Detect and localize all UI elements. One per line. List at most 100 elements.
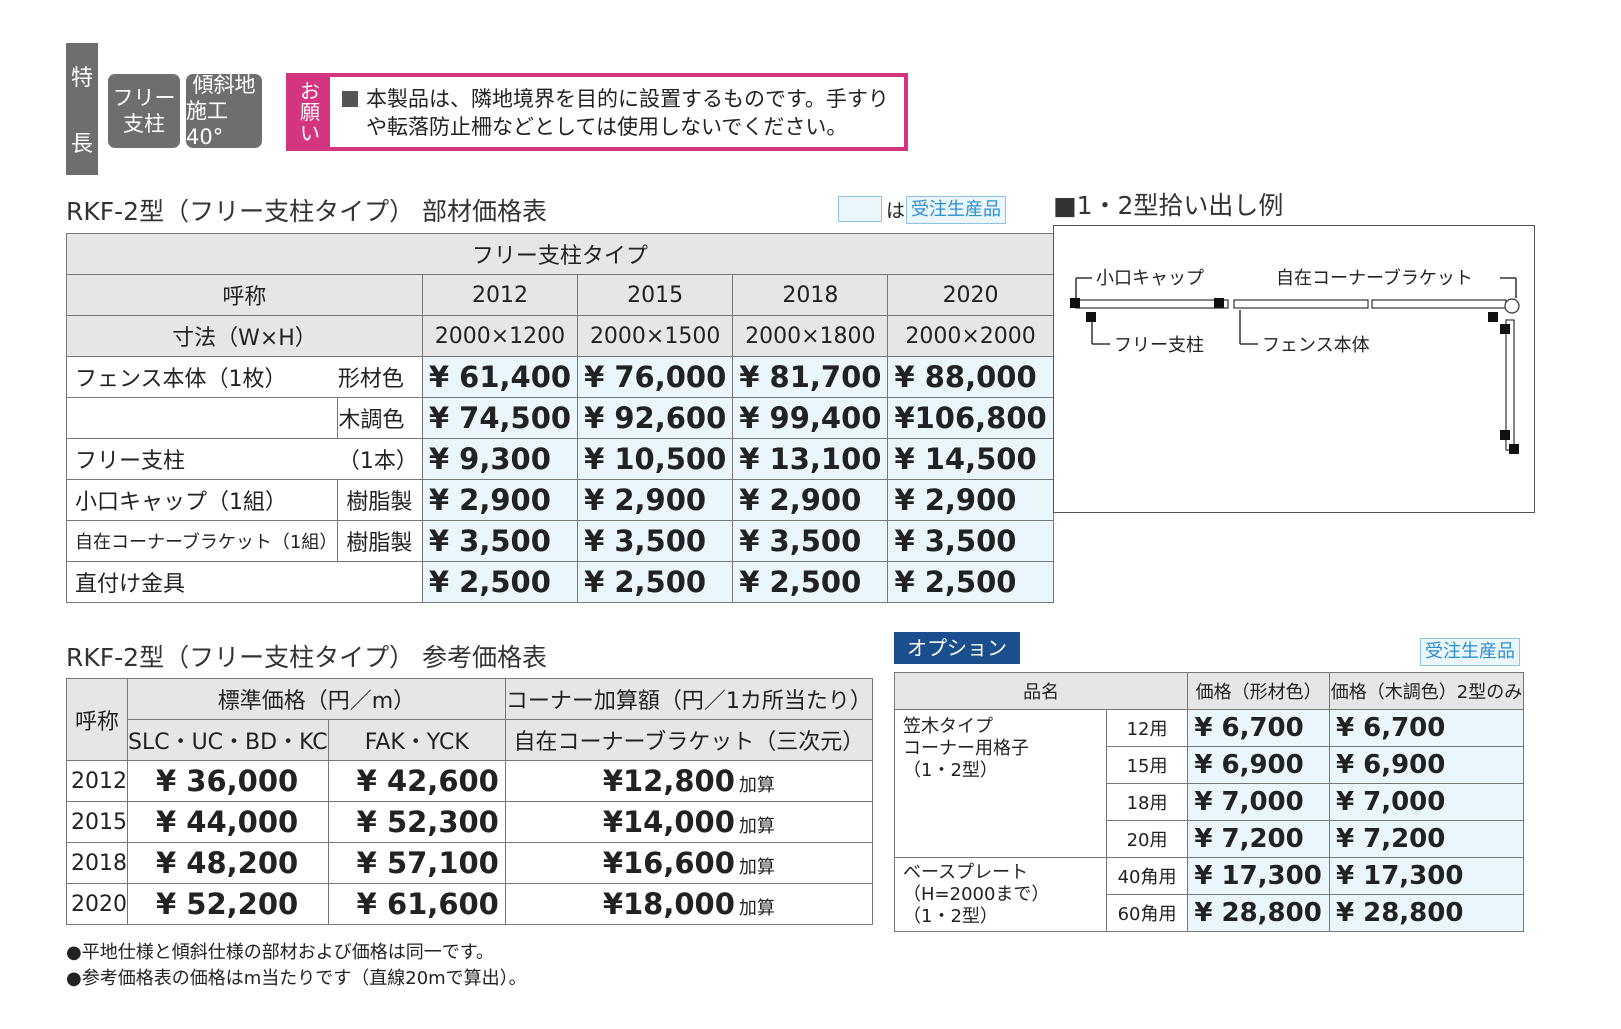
price-cell: ¥ 10,500 — [577, 438, 734, 480]
corner-price: ¥12,800 — [602, 764, 735, 798]
post — [1500, 324, 1510, 334]
row-name: フリー支柱 — [65, 438, 338, 480]
dimension-cell: 2000×1800 — [732, 315, 889, 357]
reference-price-table: 呼称 標準価格（円／m） コーナー加算額（円／1カ所当たり） SLC・UC・BD… — [66, 678, 873, 925]
price-cell: ¥ 52,300 — [327, 801, 506, 843]
price-cell: ¥ 9,300 — [421, 438, 579, 480]
group-line: コーナー用格子 — [903, 738, 1029, 759]
price-cell: ¥ 81,700 — [732, 356, 889, 398]
spec-cell: 18用 — [1105, 783, 1189, 821]
price-cell: ¥ 6,900 — [1187, 746, 1330, 784]
kasan-label: 加算 — [738, 898, 775, 919]
corner-cell: ¥12,800 加算 — [504, 760, 873, 802]
spec-cell: 12用 — [1105, 709, 1189, 747]
price-cell: ¥ 6,700 — [1187, 709, 1330, 747]
slope-badge: 傾斜地 施工40° — [186, 73, 262, 149]
size-cell: 2020 — [66, 883, 128, 925]
row-name — [65, 397, 338, 439]
price-cell: ¥ 2,500 — [421, 561, 579, 603]
dimension-label: 寸法（W×H） — [66, 315, 423, 357]
size-header: 2020 — [887, 274, 1054, 316]
post — [1488, 312, 1498, 322]
price-cell: ¥ 92,600 — [577, 397, 734, 439]
size-cell: 2018 — [66, 842, 128, 884]
feature-badge: 特 長 — [66, 43, 98, 175]
row-sub: （1本） — [337, 438, 423, 480]
price-cell: ¥ 76,000 — [577, 356, 734, 398]
legend-swatch — [838, 196, 882, 222]
size-header: 2018 — [732, 274, 889, 316]
kasan-label: 加算 — [738, 816, 775, 837]
badge-line: フリー — [112, 86, 176, 110]
group-line: （1・2型） — [903, 760, 998, 781]
corner-header: コーナー加算額（円／1カ所当たり） — [504, 678, 873, 720]
table-row: 笠木タイプ コーナー用格子 （1・2型） 12用 ¥ 6,700 ¥ 6,700 — [894, 709, 1525, 858]
price-cell: ¥ 57,100 — [327, 842, 506, 884]
dimension-cell: 2000×2000 — [887, 315, 1054, 357]
price-cell: ¥ 13,100 — [732, 438, 889, 480]
price-cell: ¥ 3,500 — [732, 520, 889, 562]
kasan-label: 加算 — [738, 775, 775, 796]
table-row: 2012 ¥ 36,000 ¥ 42,600 ¥12,800 加算 — [66, 760, 873, 802]
price-cell: ¥ 14,500 — [887, 438, 1054, 480]
price1-header: 価格（形材色） — [1187, 672, 1330, 710]
price-cell: ¥ 7,000 — [1187, 783, 1330, 821]
spec-cell: 60角用 — [1105, 894, 1189, 932]
notice-label-char: 願 — [300, 99, 320, 124]
price-cell: ¥ 61,400 — [421, 356, 579, 398]
legend-ha: は — [886, 200, 906, 222]
dimension-cell: 2000×1200 — [421, 315, 579, 357]
table-row: 直付け金具 ¥ 2,500 ¥ 2,500 ¥ 2,500 ¥ 2,500 — [66, 561, 1054, 603]
price-cell: ¥ 6,900 — [1328, 746, 1525, 784]
price-cell: ¥106,800 — [887, 397, 1054, 439]
option-made-to-order-tag: 受注生産品 — [1420, 638, 1520, 666]
end-cap — [1509, 444, 1519, 454]
price-cell: ¥ 61,600 — [327, 883, 506, 925]
price-cell: ¥ 42,600 — [327, 760, 506, 802]
notice-text: 本製品は、隣地境界を目的に設置するものです。手すり や転落防止柵などとしては使用… — [342, 85, 896, 141]
square-bullet-icon — [342, 91, 358, 107]
price2-header: 価格（木調色）2型のみ — [1328, 672, 1525, 710]
col-header: 自在コーナーブラケット（三次元） — [504, 719, 873, 761]
price-cell: ¥ 7,200 — [1328, 820, 1525, 858]
table-row: フリー支柱 （1本） ¥ 9,300 ¥ 10,500 ¥ 13,100 ¥ 1… — [65, 438, 1054, 480]
size-cell: 2015 — [66, 801, 128, 843]
price-cell: ¥ 99,400 — [732, 397, 889, 439]
row-sub: 形材色 — [337, 356, 423, 398]
price-cell: ¥ 88,000 — [887, 356, 1054, 398]
label-cap: 小口キャップ — [1096, 268, 1204, 289]
spec-cell: 15用 — [1105, 746, 1189, 784]
price-cell: ¥ 2,500 — [577, 561, 734, 603]
spec-cell: 20用 — [1105, 820, 1189, 858]
item-name-header: 品名 — [893, 672, 1189, 710]
row-name: フェンス本体（1枚） — [65, 356, 338, 398]
name-header: 呼称 — [66, 274, 423, 316]
price-cell: ¥ 2,900 — [887, 479, 1054, 521]
spec-cell: 40角用 — [1105, 857, 1189, 895]
table-row: 2015 ¥ 44,000 ¥ 52,300 ¥14,000 加算 — [66, 801, 873, 843]
dimension-cell: 2000×1500 — [577, 315, 734, 357]
free-post-badge: フリー 支柱 — [108, 74, 180, 148]
corner-cell: ¥18,000 加算 — [504, 883, 873, 925]
corner-price: ¥14,000 — [602, 805, 735, 839]
notice-line: や転落防止柵などとしては使用しないでください。 — [366, 115, 848, 139]
end-cap — [1070, 298, 1080, 308]
table-row: フェンス本体（1枚） 形材色 ¥ 61,400 ¥ 76,000 ¥ 81,70… — [65, 356, 1054, 398]
notice-box: お 願 い 本製品は、隣地境界を目的に設置するものです。手すり や転落防止柵など… — [286, 73, 908, 151]
type-header: フリー支柱タイプ — [66, 233, 1054, 275]
badge-line: 施工40° — [186, 99, 228, 149]
price-cell: ¥ 17,300 — [1187, 857, 1330, 895]
group-name: 笠木タイプ コーナー用格子 （1・2型） — [894, 709, 1107, 858]
feature-char-bottom: 長 — [70, 132, 93, 157]
price-cell: ¥ 2,900 — [732, 479, 889, 521]
diagram-title: ■1・2型拾い出し例 — [1053, 191, 1284, 220]
table-row: 2020 ¥ 52,200 ¥ 61,600 ¥18,000 加算 — [66, 883, 873, 925]
option-label: オプション — [894, 632, 1020, 664]
price-cell: ¥ 2,500 — [732, 561, 889, 603]
corner-bracket — [1504, 298, 1520, 314]
badge-line: 傾斜地 — [192, 73, 256, 97]
post — [1086, 312, 1096, 322]
price-cell: ¥ 7,000 — [1328, 783, 1525, 821]
badge-line: 支柱 — [123, 112, 165, 136]
kasan-label: 加算 — [738, 857, 775, 878]
